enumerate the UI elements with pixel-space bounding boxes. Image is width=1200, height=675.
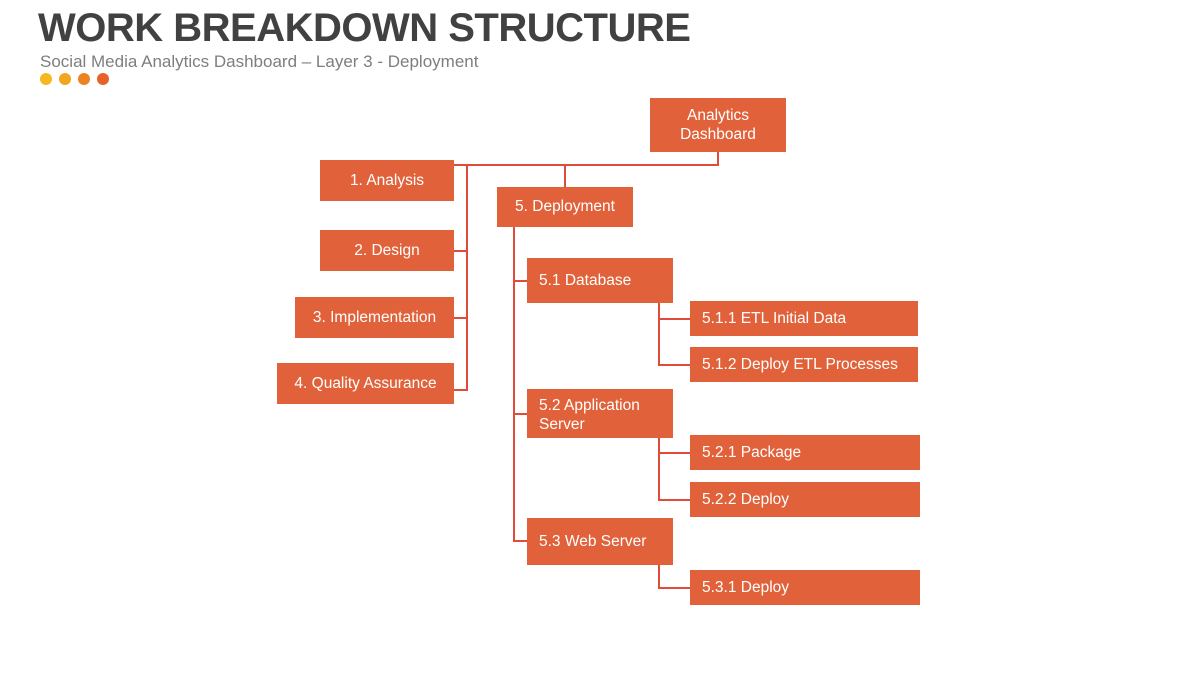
connector-deployment-spine [513,227,515,541]
wbs-node-n53[interactable]: 5.3 Web Server [527,518,673,565]
connector-stub-n531 [658,587,690,589]
wbs-node-root[interactable]: Analytics Dashboard [650,98,786,152]
wbs-node-n531[interactable]: 5.3.1 Deploy [690,570,920,605]
footer: 8 Scope Presentation Template www.slidem… [0,615,1200,675]
wbs-node-label: 5.2.1 Package [702,443,802,461]
wbs-node-label: 5. Deployment [515,198,615,216]
wbs-node-label: 5.1.2 Deploy ETL Processes [702,355,898,373]
connector-stub-n3 [454,317,468,319]
wbs-diagram: Analytics Dashboard 1. Analysis 2. Design 3… [0,0,1200,620]
wbs-node-label: 5.1 Database [539,271,632,289]
connector-stub-n51 [513,280,527,282]
connector-main-bus [454,164,719,166]
connector-n51-drop [658,303,660,319]
wbs-node-n521[interactable]: 5.2.1 Package [690,435,920,470]
connector-deployment-stem [564,164,566,187]
wbs-node-label: 5.1.1 ETL Initial Data [702,309,847,327]
wbs-node-n1[interactable]: 1. Analysis [320,160,454,201]
wbs-node-n51[interactable]: 5.1 Database [527,258,673,303]
connector-stub-n522 [658,499,690,501]
wbs-node-label: 5.3.1 Deploy [702,578,790,596]
wbs-node-n522[interactable]: 5.2.2 Deploy [690,482,920,517]
wbs-node-n511[interactable]: 5.1.1 ETL Initial Data [690,301,918,336]
connector-stub-n512 [658,364,690,366]
connector-stub-n53 [513,540,527,542]
wbs-node-label: 4. Quality Assurance [294,374,437,392]
connector-stub-n4 [454,389,468,391]
wbs-node-label: 3. Implementation [312,308,437,326]
connector-stub-n521 [658,452,690,454]
connector-n52-spine [658,438,660,501]
connector-left-spine [466,164,468,391]
wbs-node-label: 5.2.2 Deploy [702,490,790,508]
wbs-node-n4[interactable]: 4. Quality Assurance [277,363,454,404]
slide-canvas: WORK BREAKDOWN STRUCTURE Social Media An… [0,0,1200,675]
connector-stub-n511 [658,318,690,320]
connector-n53-spine [658,565,660,589]
wbs-node-label: 2. Design [354,241,420,259]
connector-stub-n52 [513,413,527,415]
wbs-node-n52[interactable]: 5.2 Application Server [527,389,673,438]
wbs-node-label: 1. Analysis [349,171,425,189]
wbs-node-n2[interactable]: 2. Design [320,230,454,271]
wbs-node-label: 5.3 Web Server [539,532,647,550]
connector-stub-n2 [454,250,468,252]
wbs-node-label: Analytics Dashboard [680,106,756,143]
wbs-node-label: 5.2 Application Server [539,397,640,434]
wbs-node-n5[interactable]: 5. Deployment [497,187,633,227]
wbs-node-n3[interactable]: 3. Implementation [295,297,454,338]
wbs-node-n512[interactable]: 5.1.2 Deploy ETL Processes [690,347,918,382]
